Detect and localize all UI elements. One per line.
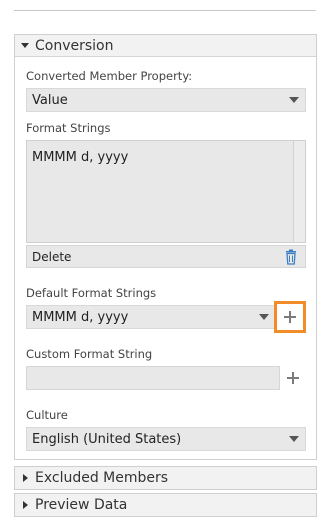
conversion-header[interactable]: Conversion [15,35,316,57]
custom-format-string-input[interactable] [26,366,280,390]
trash-icon[interactable] [283,249,299,265]
triangle-down-icon [17,35,33,57]
preview-data-header[interactable]: Preview Data [15,494,316,516]
conversion-panel: Conversion Converted Member Property: Va… [14,34,317,460]
chevron-down-icon [289,97,299,103]
excluded-members-title: Excluded Members [35,470,169,486]
excluded-members-header[interactable]: Excluded Members [15,467,316,489]
plus-icon [284,311,296,323]
format-strings-scrollbar[interactable] [293,141,305,242]
converted-member-property-select[interactable]: Value [26,88,306,112]
default-format-strings-label: Default Format Strings [26,286,157,300]
culture-select[interactable]: English (United States) [26,427,306,451]
default-format-strings-value: MMMM d, yyyy [32,309,129,325]
conversion-title: Conversion [35,37,114,54]
preview-data-panel: Preview Data [14,493,317,517]
format-strings-label: Format Strings [26,121,111,135]
custom-format-string-label: Custom Format String [26,347,153,361]
add-default-format-button[interactable] [274,301,306,333]
format-strings-delete-bar: Delete [26,245,306,268]
excluded-members-panel: Excluded Members [14,466,317,490]
converted-member-property-value: Value [32,92,68,108]
triangle-right-icon [17,494,33,516]
converted-member-property-label: Converted Member Property: [26,69,193,83]
culture-label: Culture [26,408,68,422]
preview-data-title: Preview Data [35,497,128,513]
top-divider [14,10,316,11]
default-format-strings-select[interactable]: MMMM d, yyyy [26,305,276,329]
culture-value: English (United States) [32,431,182,447]
list-item[interactable]: MMMM d, yyyy [27,141,305,165]
plus-icon [287,372,299,384]
delete-button[interactable]: Delete [27,250,283,264]
triangle-right-icon [17,467,33,489]
chevron-down-icon [289,436,299,442]
format-strings-list[interactable]: MMMM d, yyyy [26,140,306,243]
chevron-down-icon [259,314,269,320]
add-custom-format-button[interactable] [284,369,302,387]
